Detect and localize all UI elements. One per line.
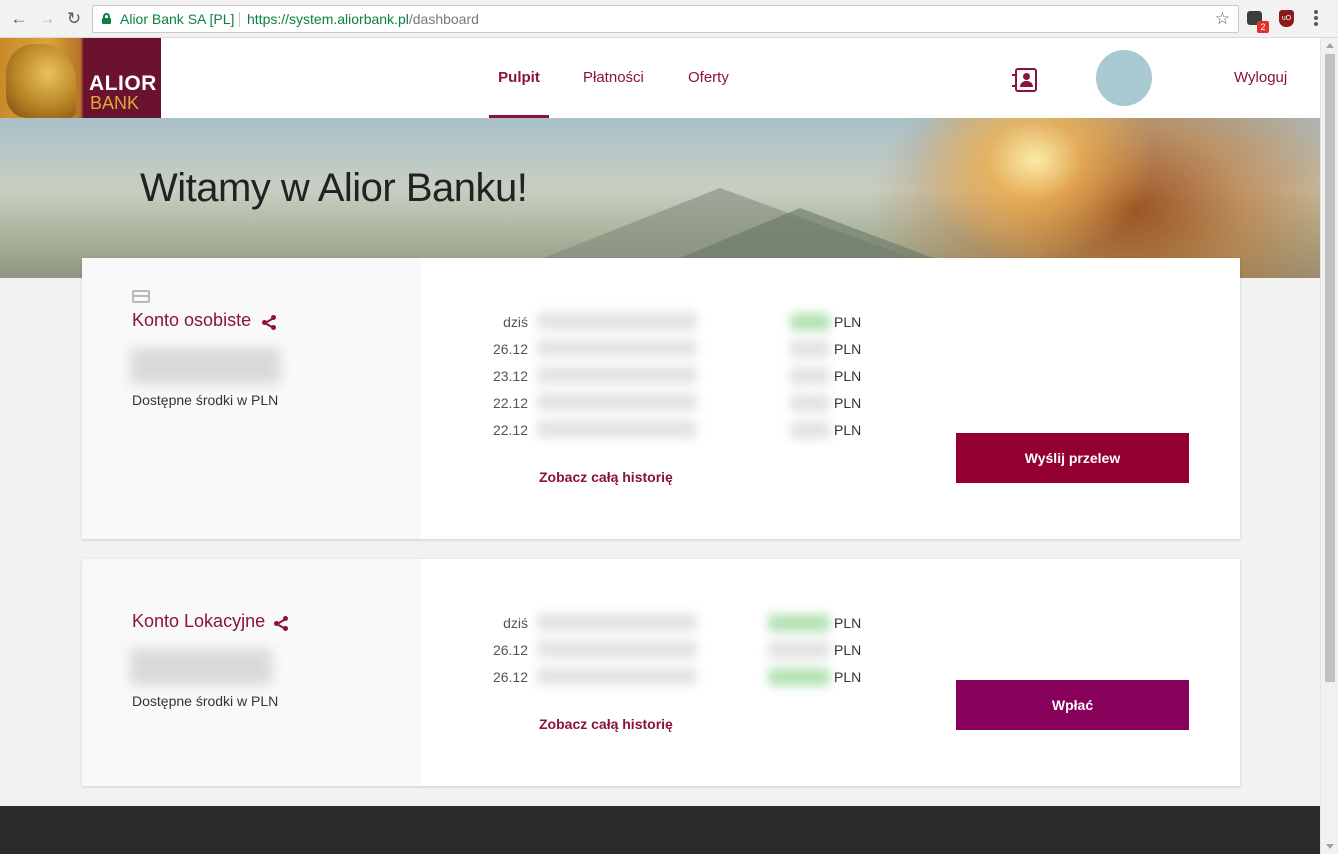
ublock-icon[interactable]: uO	[1279, 10, 1294, 27]
url-path: /dashboard	[408, 11, 479, 27]
avatar[interactable]	[1096, 50, 1152, 106]
transaction-amount-hidden	[790, 367, 830, 385]
transaction-amount-hidden	[790, 421, 830, 439]
transaction-date: 26.12	[492, 341, 528, 357]
account-name[interactable]: Konto osobiste	[132, 310, 251, 331]
transaction-date: 23.12	[492, 368, 528, 384]
transaction-description-hidden	[537, 393, 697, 411]
reload-icon[interactable]: ↻	[64, 9, 84, 29]
transaction-date: dziś	[503, 314, 528, 330]
transaction-date: 22.12	[492, 395, 528, 411]
url-text[interactable]: https://system.aliorbank.pl/dashboard	[247, 6, 479, 32]
transaction-currency: PLN	[834, 669, 862, 685]
logo-text-bank: BANK	[90, 93, 140, 113]
transaction-description-hidden	[537, 420, 697, 438]
forward-icon[interactable]: →	[37, 9, 57, 29]
transaction-currency: PLN	[834, 341, 862, 357]
send-transfer-button[interactable]: Wyślij przelew	[956, 433, 1189, 483]
address-bar[interactable]: Alior Bank SA [PL] https://system.aliorb…	[92, 5, 1239, 33]
account-card-deposit: Konto Lokacyjne Dostępne środki w PLN dz…	[82, 559, 1240, 786]
available-funds-label: Dostępne środki w PLN	[132, 693, 279, 709]
transaction-date: dziś	[503, 615, 528, 631]
deposit-button[interactable]: Wpłać	[956, 680, 1189, 730]
share-icon[interactable]	[274, 616, 288, 631]
transaction-currency: PLN	[834, 395, 862, 411]
nav-oferty[interactable]: Oferty	[688, 38, 729, 118]
balance-hidden	[130, 348, 280, 384]
account-card-personal: Konto osobiste Dostępne środki w PLN dzi…	[82, 258, 1240, 539]
alior-bank-logo[interactable]: ALIOR BANK	[0, 38, 161, 118]
logo-emblem	[6, 44, 76, 118]
site-footer	[0, 806, 1320, 854]
hero-banner: Witamy w Alior Banku!	[0, 118, 1320, 278]
scroll-up-arrow-icon[interactable]	[1326, 43, 1334, 48]
balance-hidden	[130, 649, 272, 685]
transaction-currency: PLN	[834, 368, 862, 384]
transaction-date: 26.12	[492, 642, 528, 658]
url-host: https://system.aliorbank.pl	[247, 11, 409, 27]
transaction-amount-hidden	[768, 614, 830, 632]
account-name[interactable]: Konto Lokacyjne	[132, 611, 265, 632]
logout-link[interactable]: Wyloguj	[1234, 38, 1287, 118]
transaction-amount-hidden	[768, 641, 830, 659]
account-summary: Konto Lokacyjne Dostępne środki w PLN	[82, 559, 421, 786]
available-funds-label: Dostępne środki w PLN	[132, 392, 279, 408]
transaction-description-hidden	[537, 667, 697, 685]
transaction-description-hidden	[537, 613, 697, 631]
browser-menu-icon[interactable]	[1314, 10, 1318, 28]
account-summary: Konto osobiste Dostępne środki w PLN	[82, 258, 421, 539]
share-icon[interactable]	[262, 315, 276, 330]
browser-toolbar: ← → ↻ Alior Bank SA [PL] https://system.…	[0, 0, 1338, 38]
nav-platnosci[interactable]: Płatności	[583, 38, 644, 118]
back-icon[interactable]: ←	[9, 9, 29, 29]
transaction-currency: PLN	[834, 615, 862, 631]
transaction-date: 22.12	[492, 422, 528, 438]
transaction-date: 26.12	[492, 669, 528, 685]
transaction-description-hidden	[537, 640, 697, 658]
transaction-description-hidden	[537, 366, 697, 384]
transaction-description-hidden	[537, 339, 697, 357]
scroll-thumb[interactable]	[1325, 54, 1335, 682]
page-scrollbar[interactable]	[1320, 38, 1338, 854]
site-header: ALIOR BANK Pulpit Płatności Oferty Wylog…	[0, 38, 1320, 118]
transaction-amount-hidden	[790, 340, 830, 358]
page: ALIOR BANK Pulpit Płatności Oferty Wylog…	[0, 38, 1320, 854]
credit-card-icon	[132, 290, 150, 303]
transaction-amount-hidden	[790, 313, 830, 331]
transaction-amount-hidden	[790, 394, 830, 412]
full-history-link[interactable]: Zobacz całą historię	[539, 469, 673, 485]
page-title: Witamy w Alior Banku!	[140, 166, 528, 210]
transaction-currency: PLN	[834, 422, 862, 438]
full-history-link[interactable]: Zobacz całą historię	[539, 716, 673, 732]
scroll-down-arrow-icon[interactable]	[1326, 844, 1334, 849]
bookmark-star-icon[interactable]: ☆	[1215, 6, 1230, 32]
divider	[239, 12, 240, 27]
transaction-amount-hidden	[768, 668, 830, 686]
nav-pulpit[interactable]: Pulpit	[489, 38, 549, 118]
transaction-description-hidden	[537, 312, 697, 330]
transaction-currency: PLN	[834, 642, 862, 658]
site-identity: Alior Bank SA [PL]	[120, 11, 235, 27]
transaction-currency: PLN	[834, 314, 862, 330]
extension-badge: 2	[1257, 21, 1269, 33]
contacts-book-icon[interactable]	[1012, 68, 1037, 92]
lock-icon	[102, 13, 111, 24]
